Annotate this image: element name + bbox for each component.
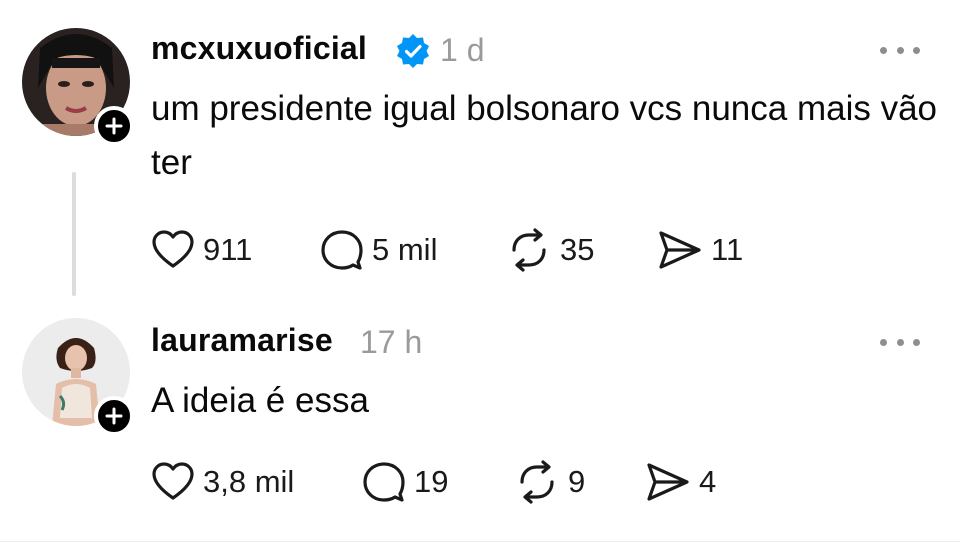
- follow-button[interactable]: [94, 106, 134, 146]
- comment-icon: [320, 228, 364, 272]
- reply-count: 5 mil: [372, 232, 438, 267]
- more-icon-dot: [896, 46, 904, 54]
- share-icon: [657, 228, 703, 272]
- more-options-button[interactable]: [880, 40, 920, 60]
- divider: [0, 541, 960, 542]
- post-text: A ideia é essa: [151, 381, 369, 420]
- follow-button[interactable]: [94, 396, 134, 436]
- share-icon: [645, 460, 691, 504]
- heart-icon: [151, 460, 195, 504]
- timestamp: 1 d: [440, 32, 485, 68]
- reply-button[interactable]: 19: [362, 460, 448, 504]
- post-text: um presidente igual bolsonaro vcs nunca …: [151, 89, 937, 182]
- like-button[interactable]: 911: [151, 228, 252, 272]
- more-icon: [880, 338, 887, 346]
- more-options-button[interactable]: [880, 332, 920, 352]
- more-icon: [880, 46, 887, 54]
- username[interactable]: lauramarise: [151, 322, 333, 359]
- post-1: mcxuxuoficial 1 d um presidente igual bo…: [0, 0, 960, 300]
- plus-icon: [105, 407, 123, 425]
- more-icon-dot: [913, 338, 920, 346]
- verified-icon: [397, 34, 429, 68]
- comment-icon: [362, 460, 406, 504]
- more-icon-dot: [913, 46, 920, 54]
- share-count: 11: [711, 232, 744, 267]
- post-2: lauramarise 17 h A ideia é essa 3,8 mil …: [0, 300, 960, 544]
- like-count: 911: [203, 232, 253, 267]
- timestamp: 17 h: [360, 324, 423, 360]
- repost-count: 9: [568, 464, 586, 499]
- username[interactable]: mcxuxuoficial: [151, 30, 367, 67]
- reply-count: 19: [414, 464, 449, 499]
- share-count: 4: [699, 464, 717, 499]
- like-button[interactable]: 3,8 mil: [151, 460, 294, 504]
- like-count: 3,8 mil: [203, 464, 295, 499]
- reply-button[interactable]: 5 mil: [320, 228, 437, 272]
- repost-button[interactable]: 9: [514, 460, 585, 504]
- repost-count: 35: [560, 232, 595, 267]
- share-button[interactable]: 11: [657, 228, 743, 272]
- repost-button[interactable]: 35: [506, 228, 594, 272]
- repost-icon: [514, 460, 560, 504]
- repost-icon: [506, 228, 552, 272]
- more-icon-dot: [896, 338, 904, 346]
- share-button[interactable]: 4: [645, 460, 716, 504]
- heart-icon: [151, 228, 195, 272]
- thread-line: [72, 172, 76, 296]
- plus-icon: [105, 117, 123, 135]
